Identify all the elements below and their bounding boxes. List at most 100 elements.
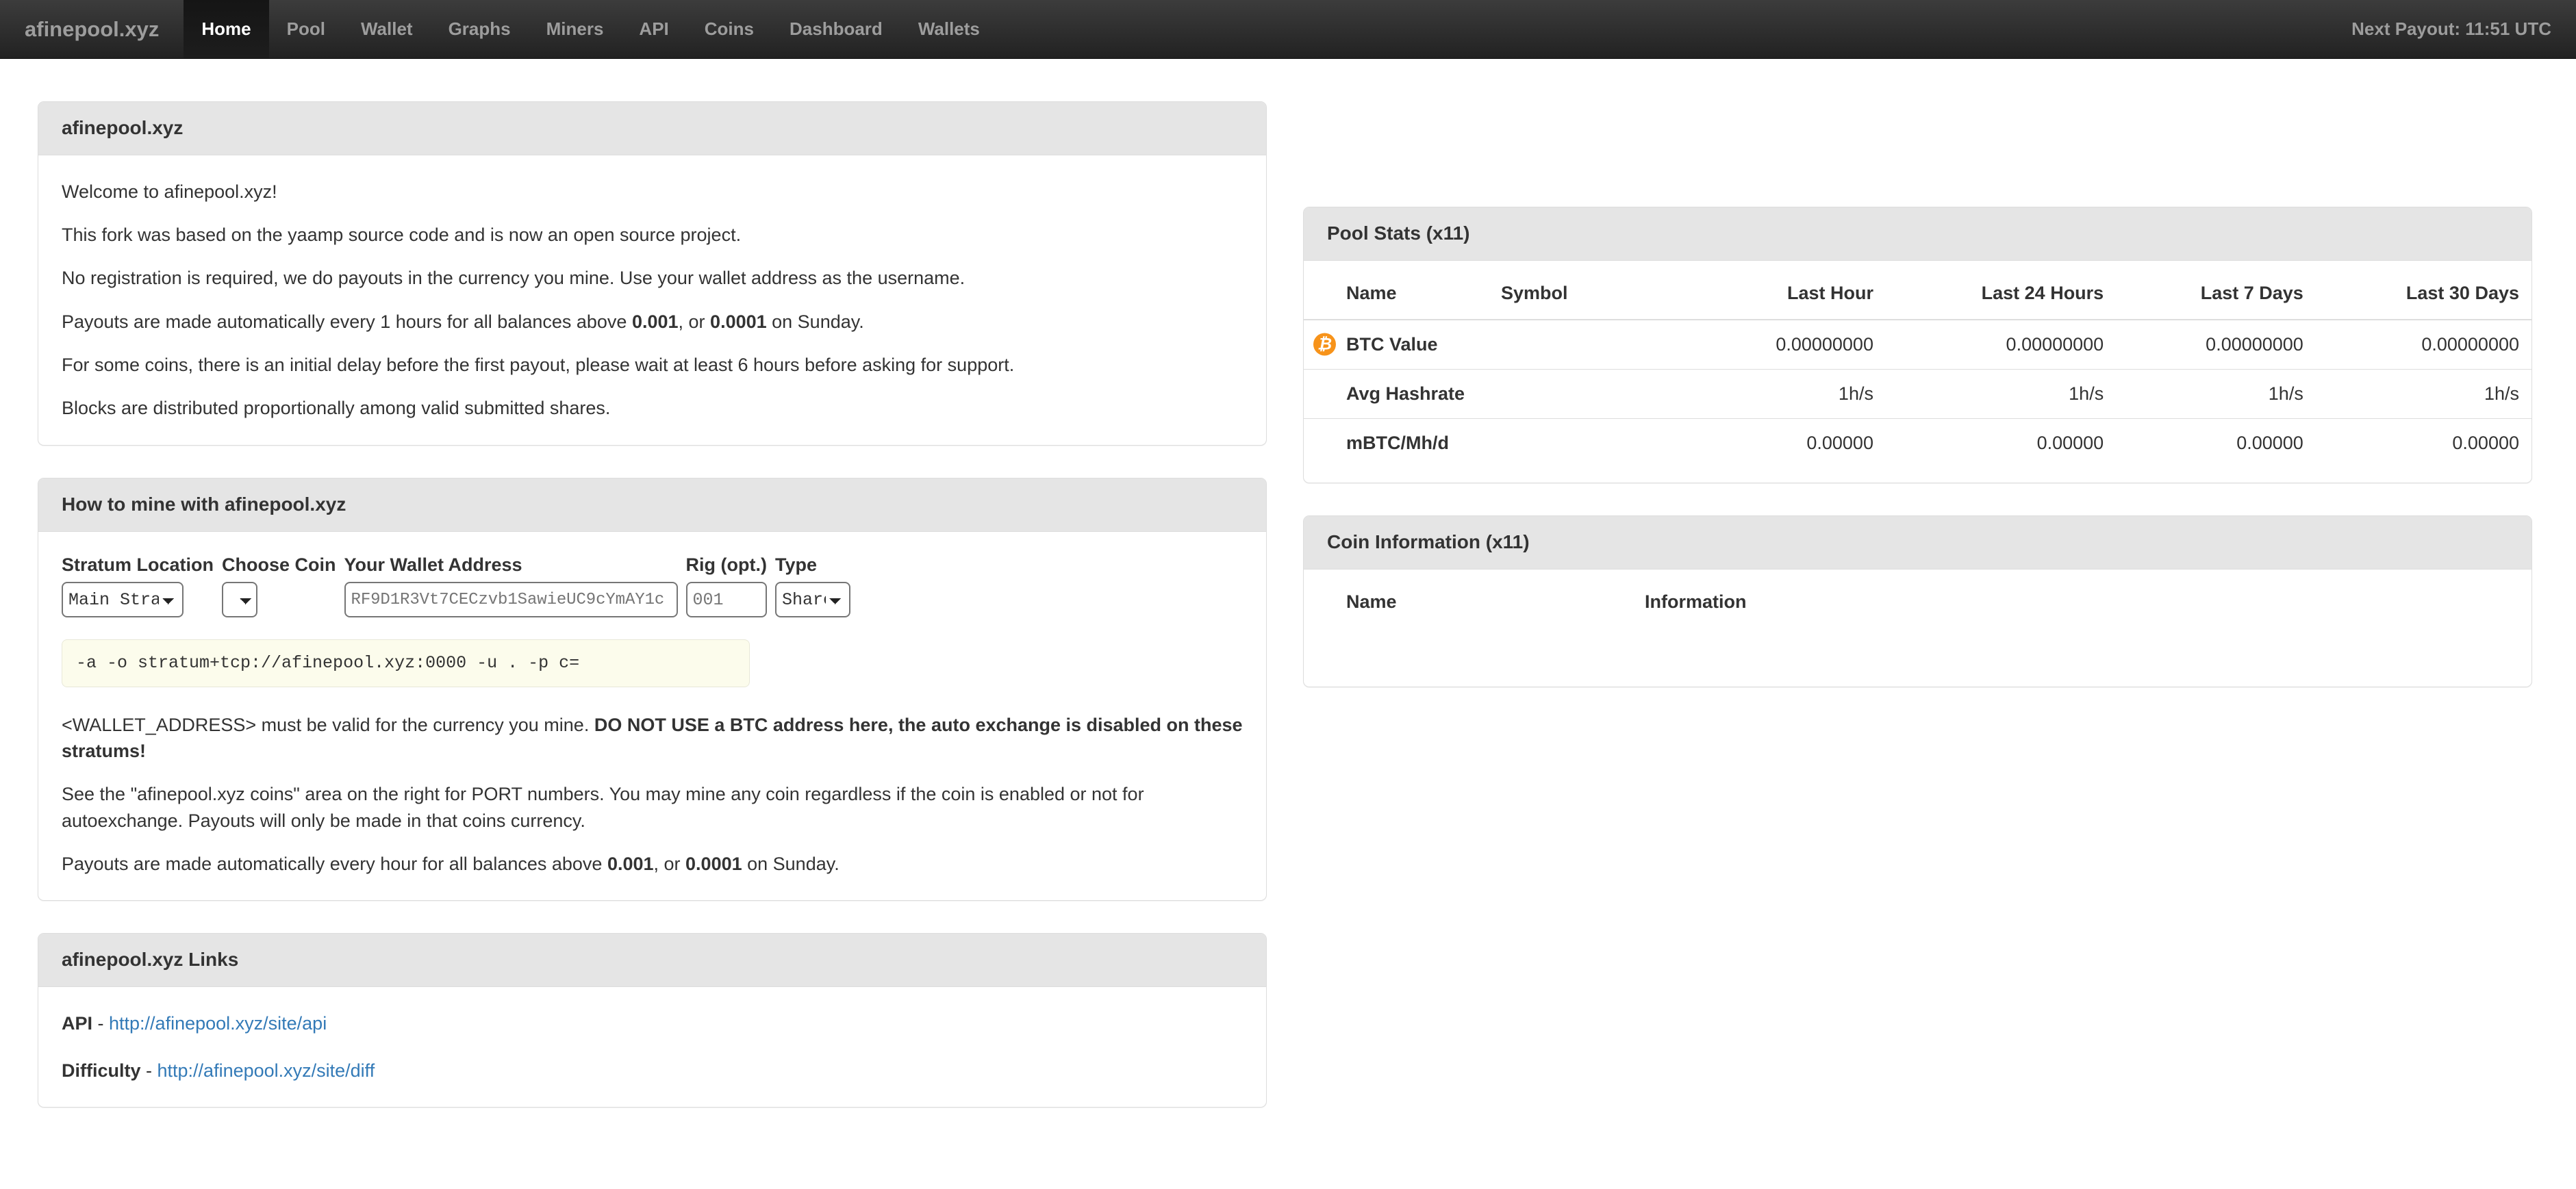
mining-command-line[interactable]: -a -o stratum+tcp://afinepool.xyz:0000 -… (62, 639, 750, 687)
coin-information-header-row: Name Information (1304, 580, 2531, 628)
col-header-coin-information: Information (1645, 591, 1747, 612)
welcome-line-5: Blocks are distributed proportionally am… (62, 398, 611, 419)
wallet-warning-suffix: ! (140, 741, 147, 762)
nav-item-graphs[interactable]: Graphs (431, 0, 529, 58)
nav-item-home[interactable]: Home (184, 0, 269, 58)
row-avg-hashrate-last-30d: 1h/s (2315, 368, 2531, 419)
row-btc-value-last-30d: 0.00000000 (2315, 318, 2531, 370)
row-btc-value-last-24h: 0.00000000 (1885, 318, 2117, 370)
type-label: Type (774, 554, 817, 575)
left-column: afinepool.xyz Welcome to afinepool.xyz! … (38, 101, 1267, 1140)
row-btc-value-last-7d: 0.00000000 (2116, 318, 2316, 370)
links-panel: afinepool.xyz Links API - http://afinepo… (38, 933, 1267, 1108)
payout-sunday-min: 0.0001 (710, 311, 767, 332)
row-btc-value-symbol (1489, 318, 1694, 370)
nav-item-dashboard[interactable]: Dashboard (772, 0, 900, 58)
table-row: mBTC/Mh/d 0.00000 0.00000 0.00000 0.0000… (1304, 418, 2531, 468)
api-link-label: API (62, 1013, 93, 1034)
coin-information-heading: Coin Information (x11) (1304, 515, 2531, 570)
coin-information-empty-space (1304, 628, 2531, 672)
welcome-panel-title: afinepool.xyz (62, 117, 184, 138)
rig-group: Rig (opt.) (685, 554, 767, 618)
nav-item-pool[interactable]: Pool (269, 0, 343, 58)
nav-item-miners[interactable]: Miners (529, 0, 622, 58)
welcome-line-1: Welcome to afinepool.xyz! (62, 181, 277, 202)
welcome-line-3: No registration is required, we do payou… (62, 268, 965, 289)
row-avg-hashrate-symbol (1489, 368, 1694, 419)
ports-note: See the "afinepool.xyz coins" area on th… (62, 784, 1144, 831)
payout-middle: , or (678, 311, 711, 332)
stratum-location-select[interactable]: Main Stratum (62, 582, 184, 618)
pool-stats-panel: Pool Stats (x11) Name Symbol Last Hour L… (1303, 207, 2532, 483)
payout-note-suffix: on Sunday. (742, 854, 839, 875)
link-row-difficulty: Difficulty - http://afinepool.xyz/site/d… (62, 1058, 1243, 1084)
col-header-name: Name (1346, 282, 1397, 303)
welcome-line-2: This fork was based on the yaamp source … (62, 225, 742, 246)
navbar-menu: Home Pool Wallet Graphs Miners API Coins… (184, 0, 998, 58)
links-panel-body: API - http://afinepool.xyz/site/api Diff… (38, 987, 1266, 1107)
col-header-coin-name: Name (1346, 591, 1397, 612)
how-to-mine-heading: How to mine with afinepool.xyz (38, 478, 1266, 532)
pool-stats-thead: Name Symbol Last Hour Last 24 Hours Last… (1304, 272, 2531, 320)
wallet-warning-prefix: <WALLET_ADDRESS> must be valid for the c… (62, 714, 594, 735)
how-to-mine-title: How to mine with afinepool.xyz (62, 493, 346, 515)
nav-item-api[interactable]: API (621, 0, 686, 58)
row-mbtc-mhd-last-24h: 0.00000 (1885, 418, 2117, 468)
links-panel-heading: afinepool.xyz Links (38, 934, 1266, 988)
table-row: ₿ BTC Value 0.00000000 0.00000000 0.0000… (1304, 318, 2531, 370)
nav-item-coins[interactable]: Coins (687, 0, 772, 58)
api-link-sep: - (92, 1013, 110, 1034)
wallet-address-input[interactable] (344, 582, 678, 618)
welcome-panel-heading: afinepool.xyz (38, 102, 1266, 155)
choose-coin-select[interactable] (222, 582, 258, 618)
row-mbtc-mhd-last-7d: 0.00000 (2116, 418, 2316, 468)
right-column: Pool Stats (x11) Name Symbol Last Hour L… (1303, 101, 2532, 719)
top-navbar: afinepool.xyz Home Pool Wallet Graphs Mi… (0, 0, 2576, 59)
wallet-address-group: Your Wallet Address (344, 554, 678, 618)
payout-note-min: 0.001 (607, 854, 654, 875)
difficulty-link[interactable]: http://afinepool.xyz/site/diff (157, 1060, 375, 1081)
row-avg-hashrate-last-7d: 1h/s (2116, 368, 2316, 419)
bitcoin-icon: ₿ (1313, 333, 1336, 356)
next-payout-label: Next Payout: 11:51 UTC (2351, 18, 2551, 39)
welcome-line-4: For some coins, there is an initial dela… (62, 355, 1015, 376)
row-btc-value-name: ₿ BTC Value (1304, 318, 1489, 370)
coin-information-body: Name Information (1304, 570, 2531, 687)
nav-item-wallets[interactable]: Wallets (900, 0, 998, 58)
coin-information-table: Name Information (1304, 580, 2531, 628)
rig-label: Rig (opt.) (685, 554, 767, 575)
pool-stats-table: Name Symbol Last Hour Last 24 Hours Last… (1304, 272, 2531, 468)
api-link[interactable]: http://afinepool.xyz/site/api (109, 1013, 327, 1034)
row-mbtc-mhd-last-hour: 0.00000 (1694, 418, 1886, 468)
pool-stats-heading: Pool Stats (x11) (1304, 207, 2531, 261)
navbar-brand[interactable]: afinepool.xyz (0, 0, 184, 58)
pool-stats-tbody: ₿ BTC Value 0.00000000 0.00000000 0.0000… (1304, 318, 2531, 468)
row-avg-hashrate-name: Avg Hashrate (1304, 368, 1489, 419)
difficulty-link-label: Difficulty (62, 1060, 141, 1081)
pool-stats-title: Pool Stats (x11) (1327, 222, 1470, 244)
col-header-last-30-days: Last 30 Days (2405, 282, 2519, 303)
payout-min: 0.001 (631, 311, 679, 332)
row-btc-value-last-hour: 0.00000000 (1694, 318, 1886, 370)
stratum-location-group: Stratum Location Main Stratum (62, 554, 214, 618)
welcome-panel-body: Welcome to afinepool.xyz! This fork was … (38, 155, 1266, 445)
row-btc-value-label: BTC Value (1346, 333, 1438, 355)
row-mbtc-mhd-last-30d: 0.00000 (2315, 418, 2531, 468)
row-mbtc-mhd-symbol (1489, 418, 1694, 468)
wallet-warning-note: <WALLET_ADDRESS> must be valid for the c… (62, 712, 1243, 765)
table-row: Avg Hashrate 1h/s 1h/s 1h/s 1h/s (1304, 368, 2531, 419)
rig-input[interactable] (685, 582, 767, 618)
how-to-mine-body: Stratum Location Main Stratum Choose Coi… (38, 532, 1266, 901)
wallet-address-label: Your Wallet Address (344, 554, 522, 575)
row-avg-hashrate-last-hour: 1h/s (1694, 368, 1886, 419)
type-select[interactable]: Shared (774, 582, 850, 618)
links-panel-title: afinepool.xyz Links (62, 949, 239, 971)
nav-item-wallet[interactable]: Wallet (343, 0, 431, 58)
coin-information-title: Coin Information (x11) (1327, 530, 1530, 552)
payout-prefix: Payouts are made automatically every 1 h… (62, 311, 632, 332)
choose-coin-label: Choose Coin (222, 554, 336, 575)
mine-config-form: Stratum Location Main Stratum Choose Coi… (62, 554, 1243, 618)
stratum-location-label: Stratum Location (62, 554, 214, 575)
col-header-last-24-hours: Last 24 Hours (1981, 282, 2104, 303)
link-row-api: API - http://afinepool.xyz/site/api (62, 1010, 1243, 1036)
